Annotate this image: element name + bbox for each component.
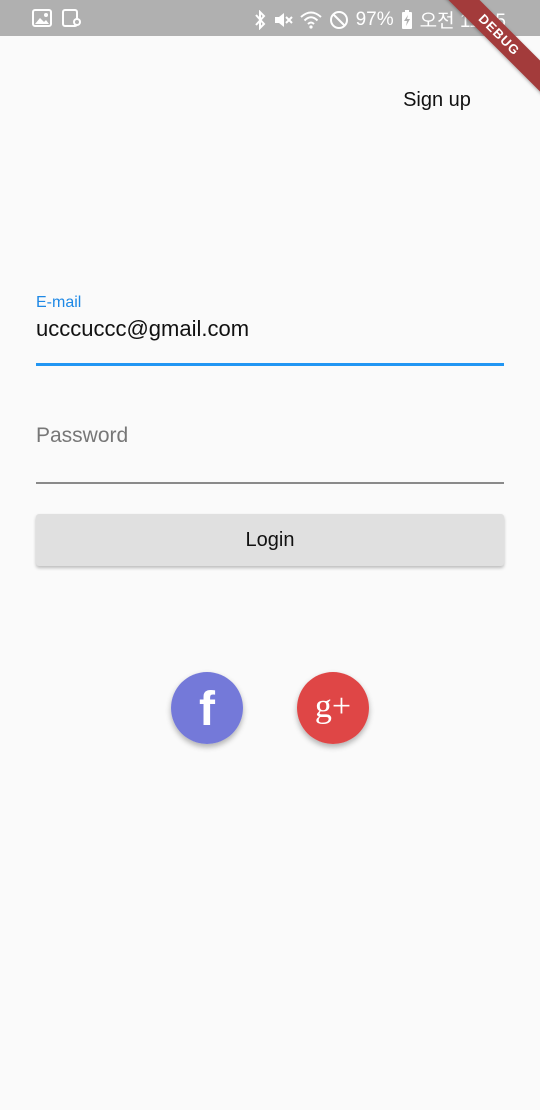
- google-plus-icon: g+: [297, 672, 369, 744]
- bluetooth-icon: [254, 9, 266, 30]
- clock: 오전 11:45: [419, 11, 506, 32]
- gallery-icon: [32, 9, 52, 27]
- email-field[interactable]: E-mail ucccuccc@gmail.com: [36, 294, 504, 366]
- facebook-glyph: f: [199, 683, 216, 736]
- password-field[interactable]: Password: [36, 424, 504, 484]
- email-underline: [36, 363, 504, 366]
- mute-icon: [273, 10, 293, 30]
- password-underline: [36, 482, 504, 484]
- email-input-value[interactable]: ucccuccc@gmail.com: [36, 316, 504, 342]
- battery-percent: 97%: [355, 8, 394, 30]
- status-bar-right: 97% 오전 11:45: [254, 6, 506, 33]
- google-plus-login-button[interactable]: g+: [297, 672, 369, 744]
- battery-charging-icon: [401, 9, 413, 30]
- facebook-login-button[interactable]: f: [171, 672, 243, 744]
- signup-button[interactable]: Sign up: [392, 84, 482, 116]
- login-button[interactable]: Login: [36, 514, 504, 566]
- screenshot-icon: [62, 9, 82, 27]
- password-placeholder: Password: [36, 424, 129, 447]
- facebook-icon: f: [171, 672, 243, 744]
- google-plus-glyph: g+: [315, 688, 351, 725]
- email-label: E-mail: [36, 294, 82, 311]
- status-bar-left: [32, 9, 82, 27]
- status-bar: 97% 오전 11:45: [0, 0, 540, 36]
- do-not-disturb-icon: [329, 10, 349, 30]
- wifi-icon: [299, 11, 322, 29]
